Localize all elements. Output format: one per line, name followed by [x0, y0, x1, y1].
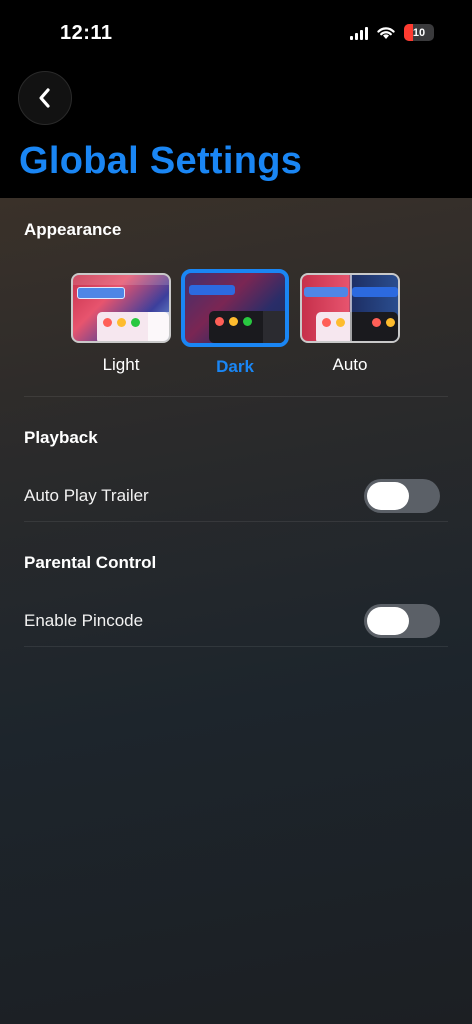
divider	[24, 396, 448, 397]
toggle-knob	[367, 607, 409, 635]
theme-option-light[interactable]: Light	[71, 273, 171, 375]
dark-theme-thumbnail	[181, 269, 289, 347]
auto-theme-thumbnail	[300, 273, 400, 343]
enable-pincode-label: Enable Pincode	[24, 611, 144, 630]
appearance-options: Light Dark Auto	[71, 269, 401, 383]
battery-icon: 10	[404, 24, 434, 41]
divider	[24, 646, 448, 647]
appearance-section-title: Appearance	[24, 220, 122, 239]
parental-control-section-title: Parental Control	[24, 553, 157, 572]
status-time: 12:11	[60, 22, 113, 44]
auto-play-trailer-label: Auto Play Trailer	[24, 486, 149, 505]
cellular-signal-icon	[350, 26, 368, 40]
status-icons: 10	[350, 24, 434, 41]
theme-option-auto[interactable]: Auto	[300, 273, 400, 375]
theme-label-auto: Auto	[332, 355, 368, 374]
wifi-icon	[377, 27, 395, 39]
back-button[interactable]	[18, 71, 72, 125]
chevron-left-icon	[39, 88, 50, 108]
theme-label-dark: Dark	[216, 357, 254, 376]
settings-content: Appearance Light Dark Auto Playback Auto…	[0, 198, 472, 1024]
divider	[24, 521, 448, 522]
theme-label-light: Light	[102, 355, 140, 374]
auto-play-trailer-toggle[interactable]	[364, 479, 440, 513]
toggle-knob	[367, 482, 409, 510]
light-theme-thumbnail	[71, 273, 171, 343]
page-title: Global Settings	[19, 140, 303, 182]
playback-section-title: Playback	[24, 428, 98, 447]
enable-pincode-toggle[interactable]	[364, 604, 440, 638]
battery-level: 10	[412, 26, 426, 39]
theme-option-dark[interactable]: Dark	[181, 269, 289, 377]
header-area: 12:11 10 Global Settings	[0, 0, 472, 198]
